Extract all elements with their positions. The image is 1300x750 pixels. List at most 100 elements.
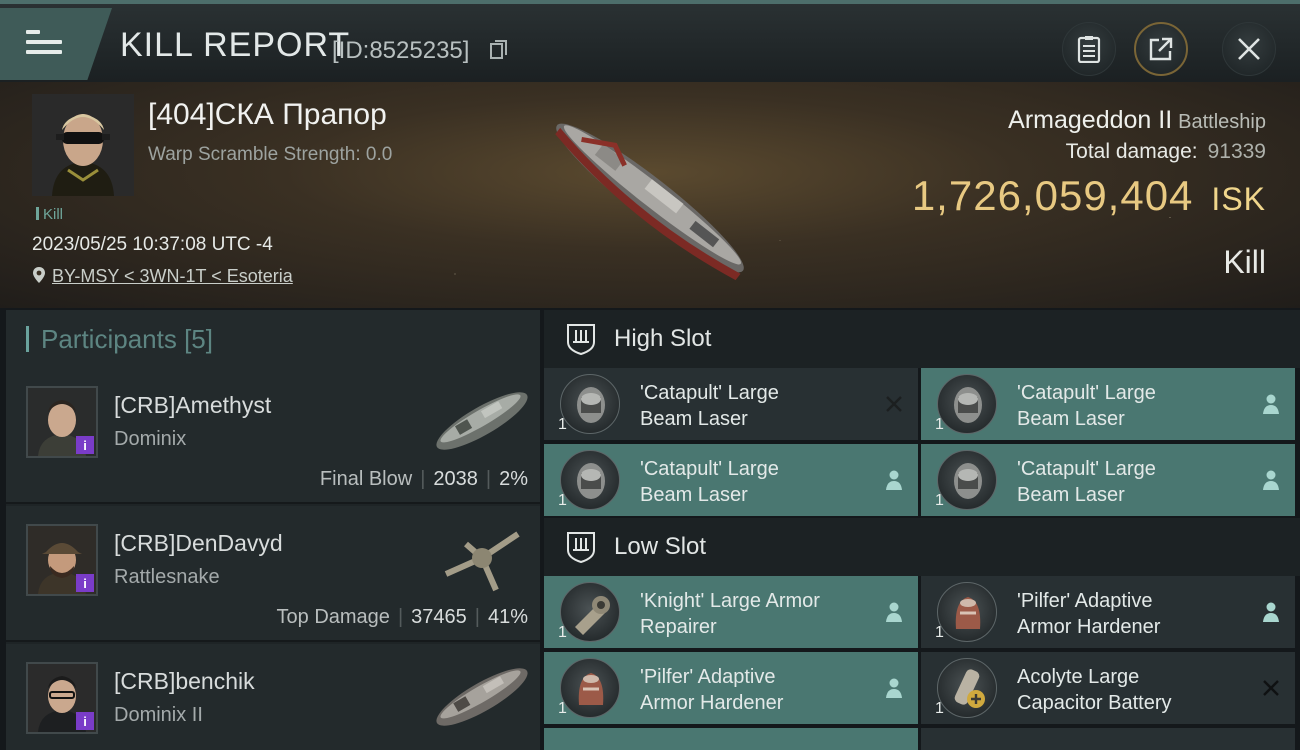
participant-percent: 41% [487,606,528,628]
slot-item[interactable] [921,728,1295,750]
participant-damage: 37465 [411,606,467,628]
participant-portrait[interactable]: i [26,524,98,596]
participant-ship: Dominix II [114,704,203,726]
location-link[interactable]: BY-MSY < 3WN-1T < Esoteria [52,266,293,286]
item-quantity: 1 [558,416,567,433]
ship-name[interactable]: Armageddon II [1008,106,1172,134]
armor-hardener-icon [560,658,620,718]
beam-laser-icon [560,450,620,510]
participant-name: [CRB]benchik [114,668,255,694]
item-quantity: 1 [935,492,944,509]
dropped-person-icon [1263,470,1279,490]
participants-count: [5] [184,323,213,354]
participant-stats: Final Blow | 2038 | 2% [319,468,528,490]
close-button[interactable] [1222,22,1276,76]
capacitor-battery-icon [937,658,997,718]
item-name: 'Pilfer' Adaptive Armor Hardener [1017,590,1161,638]
participant-name: [CRB]DenDavyd [114,530,283,556]
avatar [32,94,134,196]
participant-row[interactable]: i [CRB]Amethyst Dominix Final Blow | 2038 |… [6,368,540,504]
destroyed-icon [886,396,902,412]
item-name: Acolyte Large Capacitor Battery [1017,666,1172,714]
slot-item[interactable]: 1 'Pilfer' Adaptive Armor Hardener [544,652,918,724]
result-label: Kill [1223,244,1266,280]
participant-row[interactable]: i [CRB]benchik Dominix II [6,644,540,750]
participant-ship-image [436,392,528,450]
item-quantity: 1 [558,700,567,717]
participant-role: Top Damage [276,606,390,628]
participant-stats: Top Damage | 37465 | 41% [276,606,528,628]
item-name: 'Catapult' Large Beam Laser [640,382,779,430]
slot-item[interactable]: 1 'Catapult' Large Beam Laser [544,444,918,516]
beam-laser-icon [560,374,620,434]
participant-name: [CRB]Amethyst [114,392,272,418]
dropped-person-icon [1263,394,1279,414]
kill-tag: Kill [36,206,63,223]
slot-item[interactable]: 1 'Catapult' Large Beam Laser [544,368,918,440]
slot-item[interactable]: 1 'Catapult' Large Beam Laser [921,444,1295,516]
participant-ship: Dominix [114,428,187,450]
warp-scramble-strength: Warp Scramble Strength: 0.0 [148,144,393,165]
isk-unit: ISK [1211,181,1266,217]
participants-header[interactable]: Participants [5] [6,310,540,368]
kill-location[interactable]: BY-MSY < 3WN-1T < Esoteria [32,266,293,287]
high-slot-label: High Slot [614,325,712,352]
slot-item[interactable]: 1 'Catapult' Large Beam Laser [921,368,1295,440]
info-badge-icon[interactable]: i [76,436,94,454]
beam-laser-icon [937,374,997,434]
total-damage: Total damage: 91339 [1066,140,1266,164]
armor-repairer-icon [560,582,620,642]
info-badge-icon[interactable]: i [76,712,94,730]
clipboard-button[interactable] [1062,22,1116,76]
victim-name[interactable]: [404]СКА Прапор [148,98,387,132]
participant-percent: 2% [499,468,528,490]
menu-icon [26,30,62,60]
copy-icon[interactable] [490,40,508,60]
participant-portrait[interactable]: i [26,662,98,734]
item-quantity: 1 [935,700,944,717]
dropped-person-icon [886,602,902,622]
participant-role: Final Blow [319,468,413,490]
item-name: 'Knight' Large Armor Repairer [640,590,820,638]
menu-button[interactable] [0,8,112,80]
kill-datetime: 2023/05/25 10:37:08 UTC -4 [32,234,273,255]
total-damage-value: 91339 [1207,140,1266,163]
participant-row[interactable]: i [CRB]DenDavyd Rattlesnake Top Damage | 3… [6,506,540,642]
armor-hardener-icon [937,582,997,642]
item-quantity: 1 [935,416,944,433]
close-icon [1238,38,1260,60]
low-slot-icon [567,532,595,564]
item-quantity: 1 [935,624,944,641]
isk-value: 1,726,059,404 ISK [912,172,1266,220]
participant-ship-image [444,531,520,592]
high-slot-header: High Slot [544,310,1300,368]
participant-portrait[interactable]: i [26,386,98,458]
participant-ship: Rattlesnake [114,566,220,588]
info-badge-icon[interactable]: i [76,574,94,592]
participant-ship-image [436,668,528,726]
ship-image [555,123,744,281]
victim-summary: [404]СКА Прапор Warp Scramble Strength: … [0,82,1300,308]
total-damage-label: Total damage: [1065,140,1198,163]
low-slot-label: Low Slot [614,533,707,560]
victim-portrait[interactable] [32,94,134,196]
share-icon [1149,37,1173,61]
slot-item[interactable]: 1 'Pilfer' Adaptive Armor Hardener [921,576,1295,648]
beam-laser-icon [937,450,997,510]
dropped-person-icon [886,470,902,490]
item-name: 'Pilfer' Adaptive Armor Hardener [640,666,784,714]
page-title: KILL REPORT [120,26,351,64]
share-button[interactable] [1134,22,1188,76]
item-quantity: 1 [558,624,567,641]
item-name: 'Catapult' Large Beam Laser [640,458,779,506]
isk-amount: 1,726,059,404 [911,172,1194,219]
slot-item[interactable]: 1 Acolyte Large Capacitor Battery [921,652,1295,724]
item-name: 'Catapult' Large Beam Laser [1017,458,1156,506]
participants-label: Participants [41,323,177,354]
report-id: [ID:8525235] [332,37,470,64]
slot-item[interactable]: 1 'Knight' Large Armor Repairer [544,576,918,648]
ship-class: Battleship [1178,111,1266,133]
destroyed-icon [1263,680,1279,696]
dropped-person-icon [1263,602,1279,622]
slot-item[interactable] [544,728,918,750]
